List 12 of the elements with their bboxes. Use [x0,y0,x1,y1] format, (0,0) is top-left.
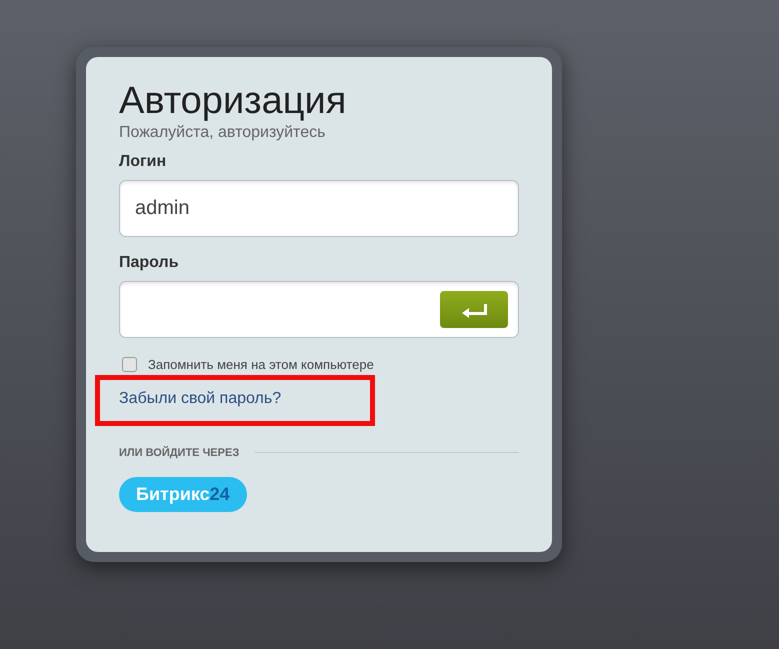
forgot-password-link[interactable]: Забыли свой пароль? [119,390,282,406]
submit-button[interactable] [440,291,508,328]
checkbox-label: Запомнить меня на этом компьютере [148,356,374,374]
enter-icon [460,302,488,318]
alt-login-heading: ИЛИ ВОЙДИТЕ ЧЕРЕЗ [119,445,240,460]
password-field[interactable] [119,281,519,338]
subtitle: Пожалуйста, авторизуйтесь [119,123,326,143]
field-label: Логин [119,152,166,172]
remember-checkbox[interactable] [122,357,137,372]
field-label: Пароль [119,253,179,273]
page-title: Авторизация [119,79,346,123]
login-field[interactable]: admin [119,180,519,237]
